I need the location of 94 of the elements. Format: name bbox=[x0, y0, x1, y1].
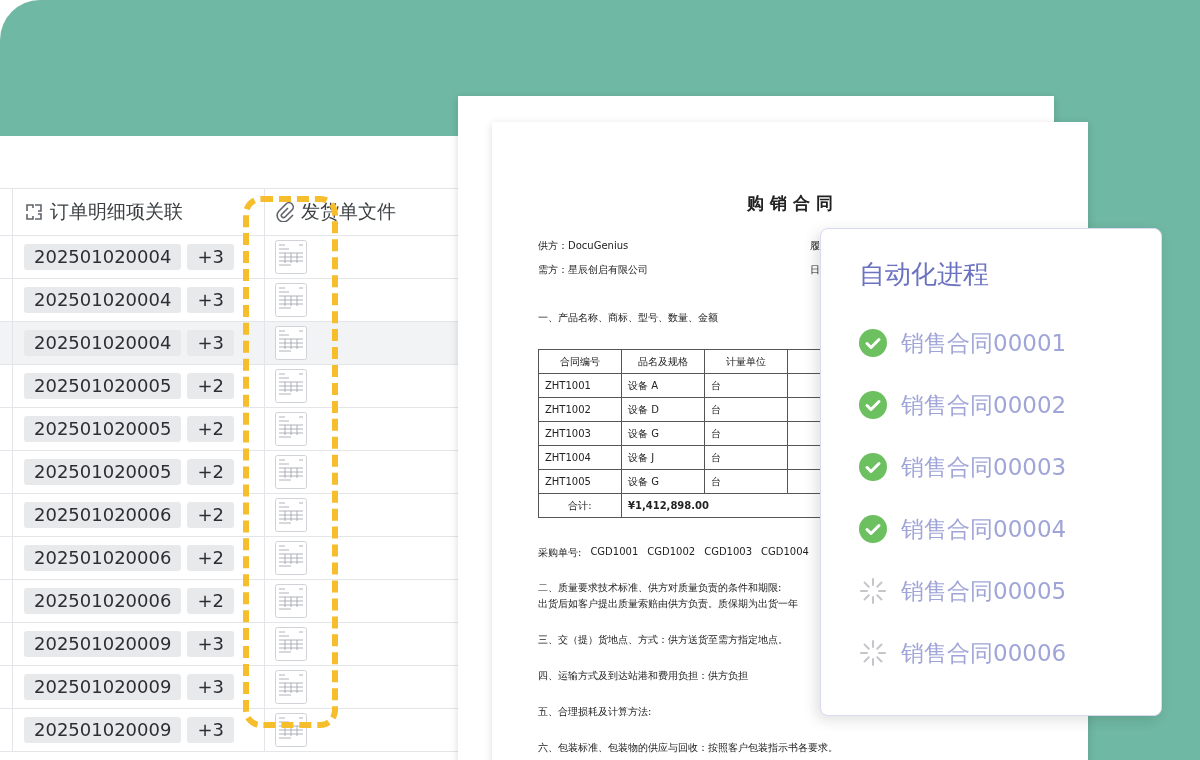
table-header: 合同编号 bbox=[538, 349, 622, 374]
table-row[interactable]: 202501020004 +3 bbox=[0, 279, 458, 322]
more-count[interactable]: +3 bbox=[187, 330, 234, 356]
link-icon bbox=[24, 202, 44, 222]
more-count[interactable]: +3 bbox=[187, 631, 234, 657]
table-header: 品名及规格 bbox=[621, 349, 705, 374]
table-row[interactable]: 202501020004 +3 bbox=[0, 322, 458, 365]
order-tag[interactable]: 202501020006 bbox=[24, 588, 182, 614]
table-cell: 台 bbox=[704, 469, 788, 494]
document-thumbnail-icon[interactable] bbox=[275, 627, 307, 661]
po-label: 采购单号: bbox=[538, 546, 582, 560]
table-cell: ZHT1003 bbox=[538, 421, 622, 446]
table-cell: ZHT1005 bbox=[538, 469, 622, 494]
more-count[interactable]: +3 bbox=[187, 674, 234, 700]
table-row[interactable]: 202501020006 +2 bbox=[0, 494, 458, 537]
table-row[interactable]: 202501020005 +2 bbox=[0, 451, 458, 494]
table-row[interactable]: 202501020006 +2 bbox=[0, 537, 458, 580]
more-count[interactable]: +3 bbox=[187, 717, 234, 743]
table-cell: ZHT1004 bbox=[538, 445, 622, 470]
table-row[interactable]: 202501020009 +3 bbox=[0, 709, 458, 752]
table-header: 计量单位 bbox=[704, 349, 788, 374]
clause-text: 二、质量要求技术标准、供方对质量负责的条件和期限: bbox=[538, 581, 782, 595]
document-thumbnail-icon[interactable] bbox=[275, 283, 307, 317]
po-number: CGD1003 bbox=[704, 546, 753, 559]
contract-name: 销售合同00002 bbox=[901, 390, 1067, 420]
order-tag[interactable]: 202501020006 bbox=[24, 545, 182, 571]
table-cell: 设备 D bbox=[621, 397, 705, 422]
contract-name: 销售合同00003 bbox=[901, 452, 1067, 482]
document-thumbnail-icon[interactable] bbox=[275, 326, 307, 360]
table-cell: 台 bbox=[704, 373, 788, 398]
clause-text: 六、包装标准、包装物的供应与回收：按照客户包装指示书各要求。 bbox=[538, 741, 838, 755]
document-thumbnail-icon[interactable] bbox=[275, 670, 307, 704]
contract-name: 销售合同00006 bbox=[901, 638, 1067, 668]
table-row[interactable]: 202501020004 +3 bbox=[0, 236, 458, 279]
clause-text: 五、合理损耗及计算方法: bbox=[538, 705, 652, 719]
table-cell: 台 bbox=[704, 445, 788, 470]
document-thumbnail-icon[interactable] bbox=[275, 498, 307, 532]
table-cell: ZHT1002 bbox=[538, 397, 622, 422]
column-header[interactable]: 订单明细项关联 bbox=[13, 189, 265, 235]
section-heading: 一、产品名称、商标、型号、数量、金额 bbox=[538, 311, 719, 325]
document-thumbnail-icon[interactable] bbox=[275, 369, 307, 403]
order-tag[interactable]: 202501020009 bbox=[24, 631, 182, 657]
table-row[interactable]: 202501020005 +2 bbox=[0, 365, 458, 408]
contract-name: 销售合同00005 bbox=[901, 576, 1067, 606]
clause-text: 四、运输方式及到达站港和费用负担：供方负担 bbox=[538, 669, 748, 683]
document-title: 购 销 合 同 bbox=[746, 192, 834, 215]
document-thumbnail-icon[interactable] bbox=[275, 713, 307, 747]
more-count[interactable]: +2 bbox=[187, 545, 234, 571]
more-count[interactable]: +2 bbox=[187, 588, 234, 614]
document-thumbnail-icon[interactable] bbox=[275, 240, 307, 274]
table-row[interactable]: 202501020009 +3 bbox=[0, 623, 458, 666]
document-thumbnail-icon[interactable] bbox=[275, 455, 307, 489]
clause-text: 出货后如客户提出质量索赔由供方负责。质保期为出货一年 bbox=[538, 597, 798, 611]
table-cell: ZHT1001 bbox=[538, 373, 622, 398]
party-label: 履 bbox=[810, 239, 820, 253]
document-thumbnail-icon[interactable] bbox=[275, 584, 307, 618]
clause-text: 三、交（提）货地点、方式：供方送货至需方指定地点。 bbox=[538, 633, 788, 647]
contract-name: 销售合同00004 bbox=[901, 514, 1067, 544]
order-tag[interactable]: 202501020004 bbox=[24, 287, 182, 313]
document-thumbnail-icon[interactable] bbox=[275, 541, 307, 575]
more-count[interactable]: +2 bbox=[187, 459, 234, 485]
document-thumbnail-icon[interactable] bbox=[275, 412, 307, 446]
contract-name: 销售合同00001 bbox=[901, 328, 1067, 358]
more-count[interactable]: +2 bbox=[187, 502, 234, 528]
table-cell: 台 bbox=[704, 397, 788, 422]
more-count[interactable]: +2 bbox=[187, 416, 234, 442]
order-tag[interactable]: 202501020004 bbox=[24, 244, 182, 270]
party-label: 日 bbox=[810, 263, 820, 277]
order-tag[interactable]: 202501020009 bbox=[24, 674, 182, 700]
table-row[interactable]: 202501020006 +2 bbox=[0, 580, 458, 623]
party-line: 需方：星辰创启有限公司 bbox=[538, 263, 649, 277]
party-line: 供方：DocuGenius bbox=[538, 239, 630, 253]
more-count[interactable]: +2 bbox=[187, 373, 234, 399]
table-cell: 台 bbox=[704, 421, 788, 446]
more-count[interactable]: +3 bbox=[187, 287, 234, 313]
po-number: CGD1002 bbox=[647, 546, 696, 559]
more-count[interactable]: +3 bbox=[187, 244, 234, 270]
order-tag[interactable]: 202501020004 bbox=[24, 330, 182, 356]
table-cell: 设备 J bbox=[621, 445, 705, 470]
table-cell: 设备 G bbox=[621, 421, 705, 446]
total-label: 合计: bbox=[538, 493, 622, 518]
order-tag[interactable]: 202501020009 bbox=[24, 717, 182, 743]
table-cell: 设备 G bbox=[621, 469, 705, 494]
po-number: CGD1001 bbox=[590, 546, 639, 559]
order-tag[interactable]: 202501020005 bbox=[24, 459, 182, 485]
table-cell: 设备 A bbox=[621, 373, 705, 398]
order-tag[interactable]: 202501020005 bbox=[24, 416, 182, 442]
card-title: 自动化进程 bbox=[859, 258, 990, 291]
table-row[interactable]: 202501020009 +3 bbox=[0, 666, 458, 709]
order-tag[interactable]: 202501020006 bbox=[24, 502, 182, 528]
po-number: CGD1004 bbox=[761, 546, 809, 559]
paperclip-icon bbox=[275, 202, 295, 222]
order-tag[interactable]: 202501020005 bbox=[24, 373, 182, 399]
table-row[interactable]: 202501020005 +2 bbox=[0, 408, 458, 451]
